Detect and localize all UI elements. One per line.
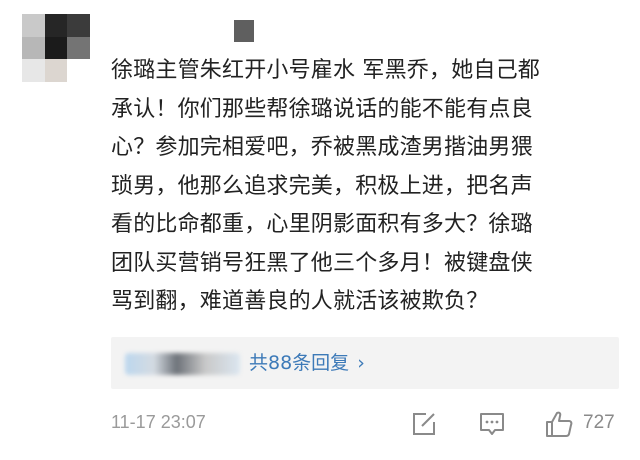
view-replies-link[interactable]: 共88条回复 › bbox=[249, 349, 365, 377]
username-redacted[interactable] bbox=[234, 20, 254, 42]
comment-body: 徐璐主管朱红开小号雇水 军黑乔，她自己都 承认！你们那些帮徐璐说话的能不能有点良… bbox=[111, 52, 631, 322]
comment-footer: 11-17 23:07 727 bbox=[0, 410, 640, 440]
comment-icon[interactable] bbox=[478, 410, 506, 442]
comment-line: 心？参加完相爱吧，乔被黑成渣男揩油男猥 bbox=[111, 135, 533, 160]
reply-count-label: 共88条回复 bbox=[249, 352, 350, 374]
reply-authors-redacted bbox=[125, 353, 240, 375]
like-icon[interactable] bbox=[544, 410, 574, 442]
comment-line: 琐男，他那么追求完美，积极上进，把名声 bbox=[111, 173, 533, 199]
chevron-right-icon: › bbox=[357, 352, 365, 374]
timestamp: 11-17 23:07 bbox=[111, 412, 206, 432]
comment-line: 承认！你们那些帮徐璐说话的能不能有点良 bbox=[111, 96, 533, 122]
avatar[interactable] bbox=[22, 14, 90, 82]
comment-line: 团队买营销号狂黑了他三个多月！被键盘侠 bbox=[111, 250, 533, 276]
comment-line: 徐璐主管朱红开小号雇水 军黑乔，她自己都 bbox=[111, 58, 540, 83]
comment-line: 骂到翻，难道善良的人就活该被欺负？ bbox=[111, 289, 489, 314]
replies-preview[interactable]: 共88条回复 › bbox=[111, 337, 619, 389]
comment-line: 看的比命都重，心里阴影面积有多大？徐璐 bbox=[111, 212, 533, 237]
like-count: 727 bbox=[583, 412, 615, 433]
share-icon[interactable] bbox=[410, 410, 438, 442]
